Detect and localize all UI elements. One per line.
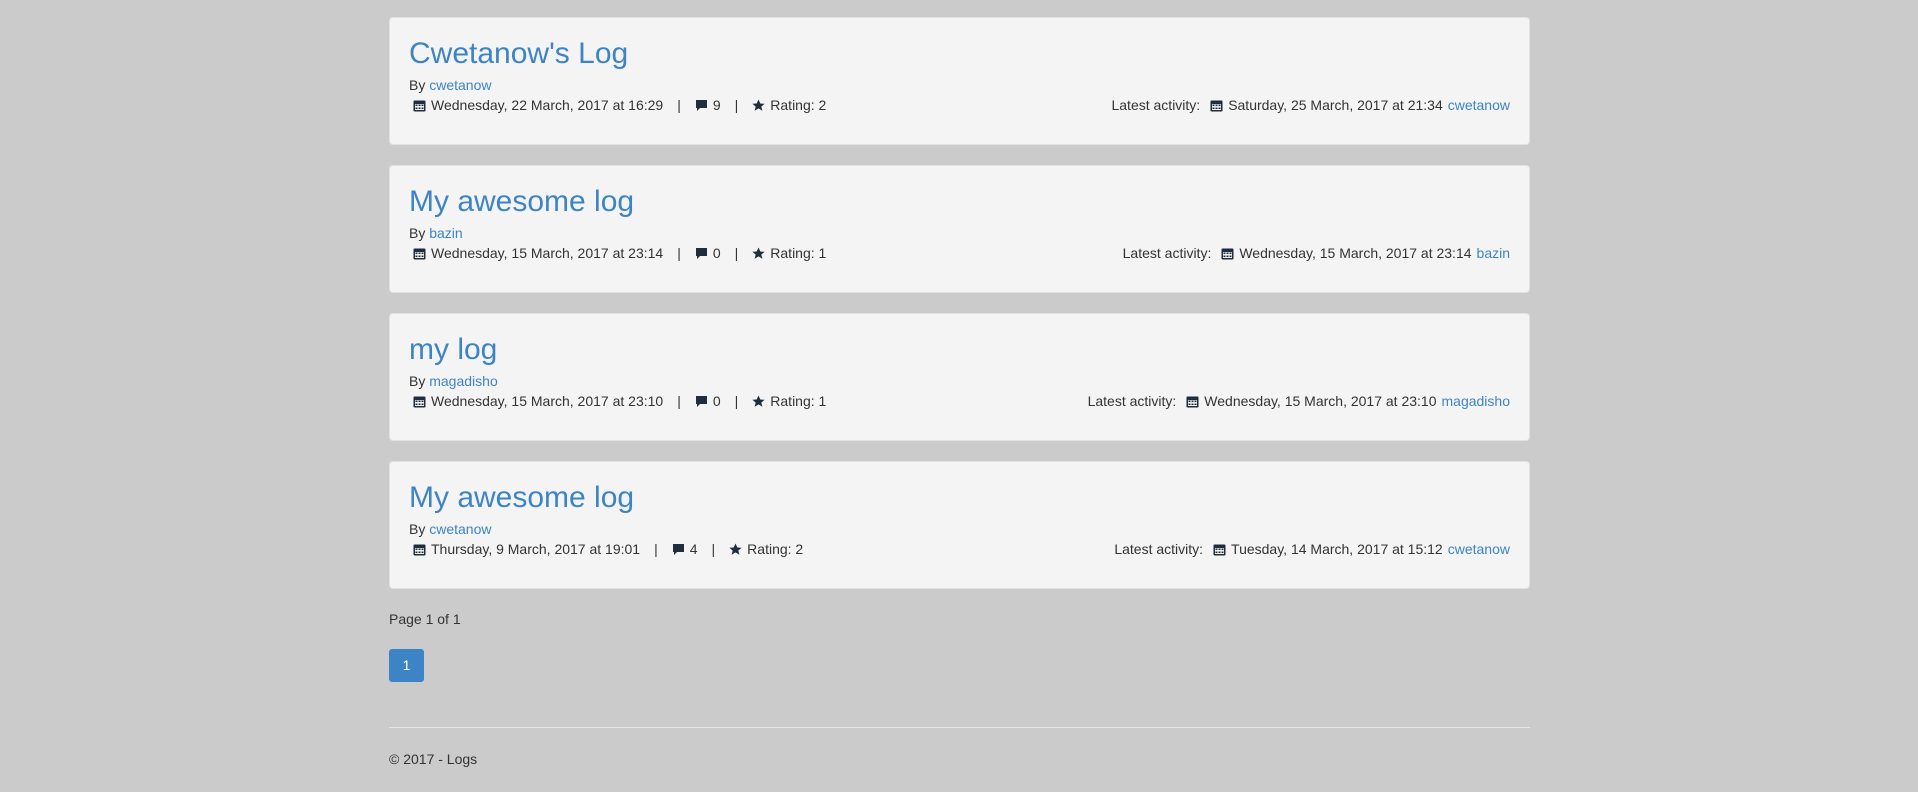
log-card: Cwetanow's Log By cwetanow Wednesday, 22… [389, 17, 1530, 145]
by-label: By [409, 521, 426, 537]
latest-activity: Latest activity: Wednesday, 15 March, 20… [1088, 392, 1510, 410]
latest-activity-label: Latest activity: [1114, 541, 1204, 557]
separator: | [734, 97, 739, 113]
footer-divider [389, 727, 1530, 728]
log-card: my log By magadisho Wednesday, 15 March,… [389, 313, 1530, 441]
log-list: Cwetanow's Log By cwetanow Wednesday, 22… [389, 17, 1530, 609]
separator: | [677, 97, 681, 113]
separator: | [734, 245, 739, 261]
log-title-link[interactable]: my log [409, 333, 497, 367]
latest-activity-user-link[interactable]: cwetanow [1448, 96, 1510, 114]
latest-activity: Latest activity: Tuesday, 14 March, 2017… [1114, 540, 1510, 558]
log-title-link[interactable]: Cwetanow's Log [409, 37, 628, 71]
separator: | [677, 245, 681, 261]
by-label: By [409, 373, 426, 389]
calendar-icon [1186, 396, 1199, 407]
separator: | [734, 393, 739, 409]
log-author: By cwetanow [409, 521, 492, 537]
calendar-icon [413, 248, 426, 259]
rating: Rating: 2 [747, 541, 804, 557]
comment-icon [695, 395, 707, 407]
calendar-icon [413, 100, 426, 111]
rating: Rating: 1 [770, 245, 827, 261]
log-author: By magadisho [409, 373, 498, 389]
by-label: By [409, 77, 426, 93]
log-meta: Wednesday, 15 March, 2017 at 23:14 | 0 |… [413, 244, 826, 262]
latest-activity: Latest activity: Saturday, 25 March, 201… [1111, 96, 1510, 114]
by-label: By [409, 225, 426, 241]
log-card: My awesome log By cwetanow Thursday, 9 M… [389, 461, 1530, 589]
comment-count: 9 [712, 97, 721, 113]
latest-activity-date: Wednesday, 15 March, 2017 at 23:14 [1239, 245, 1472, 261]
separator: | [654, 541, 658, 557]
rating: Rating: 1 [770, 393, 827, 409]
comment-count: 4 [689, 541, 698, 557]
rating: Rating: 2 [770, 97, 827, 113]
log-title-link[interactable]: My awesome log [409, 481, 634, 515]
created-date: Wednesday, 22 March, 2017 at 16:29 [431, 97, 664, 113]
comment-icon [695, 247, 707, 259]
created-date: Thursday, 9 March, 2017 at 19:01 [431, 541, 641, 557]
log-title-link[interactable]: My awesome log [409, 185, 634, 219]
log-author: By cwetanow [409, 77, 492, 93]
latest-activity: Latest activity: Wednesday, 15 March, 20… [1123, 244, 1510, 262]
author-link[interactable]: cwetanow [429, 521, 491, 537]
latest-activity-user-link[interactable]: bazin [1477, 244, 1510, 262]
log-meta: Thursday, 9 March, 2017 at 19:01 | 4 | R… [413, 540, 803, 558]
star-icon [752, 99, 765, 111]
created-date: Wednesday, 15 March, 2017 at 23:14 [431, 245, 664, 261]
latest-activity-date: Saturday, 25 March, 2017 at 21:34 [1228, 97, 1443, 113]
comment-icon [672, 543, 684, 555]
author-link[interactable]: bazin [429, 225, 462, 241]
latest-activity-user-link[interactable]: cwetanow [1448, 540, 1510, 558]
footer-copyright: © 2017 - Logs [389, 751, 478, 767]
calendar-icon [1221, 248, 1234, 259]
log-author: By bazin [409, 225, 463, 241]
calendar-icon [413, 396, 426, 407]
log-meta: Wednesday, 22 March, 2017 at 16:29 | 9 |… [413, 96, 826, 114]
latest-activity-label: Latest activity: [1087, 393, 1177, 409]
latest-activity-label: Latest activity: [1111, 97, 1201, 113]
log-meta: Wednesday, 15 March, 2017 at 23:10 | 0 |… [413, 392, 826, 410]
page-info: Page 1 of 1 [389, 611, 461, 627]
latest-activity-user-link[interactable]: magadisho [1442, 392, 1511, 410]
latest-activity-label: Latest activity: [1122, 245, 1212, 261]
calendar-icon [1213, 544, 1226, 555]
comment-icon [695, 99, 707, 111]
page-1-button[interactable]: 1 [389, 649, 424, 682]
comment-count: 0 [712, 245, 721, 261]
comment-count: 0 [712, 393, 721, 409]
star-icon [752, 395, 765, 407]
separator: | [711, 541, 716, 557]
author-link[interactable]: cwetanow [429, 77, 491, 93]
author-link[interactable]: magadisho [429, 373, 498, 389]
latest-activity-date: Tuesday, 14 March, 2017 at 15:12 [1231, 541, 1443, 557]
created-date: Wednesday, 15 March, 2017 at 23:10 [431, 393, 664, 409]
calendar-icon [413, 544, 426, 555]
log-card: My awesome log By bazin Wednesday, 15 Ma… [389, 165, 1530, 293]
calendar-icon [1210, 100, 1223, 111]
latest-activity-date: Wednesday, 15 March, 2017 at 23:10 [1204, 393, 1437, 409]
star-icon [752, 247, 765, 259]
separator: | [677, 393, 681, 409]
star-icon [729, 543, 742, 555]
